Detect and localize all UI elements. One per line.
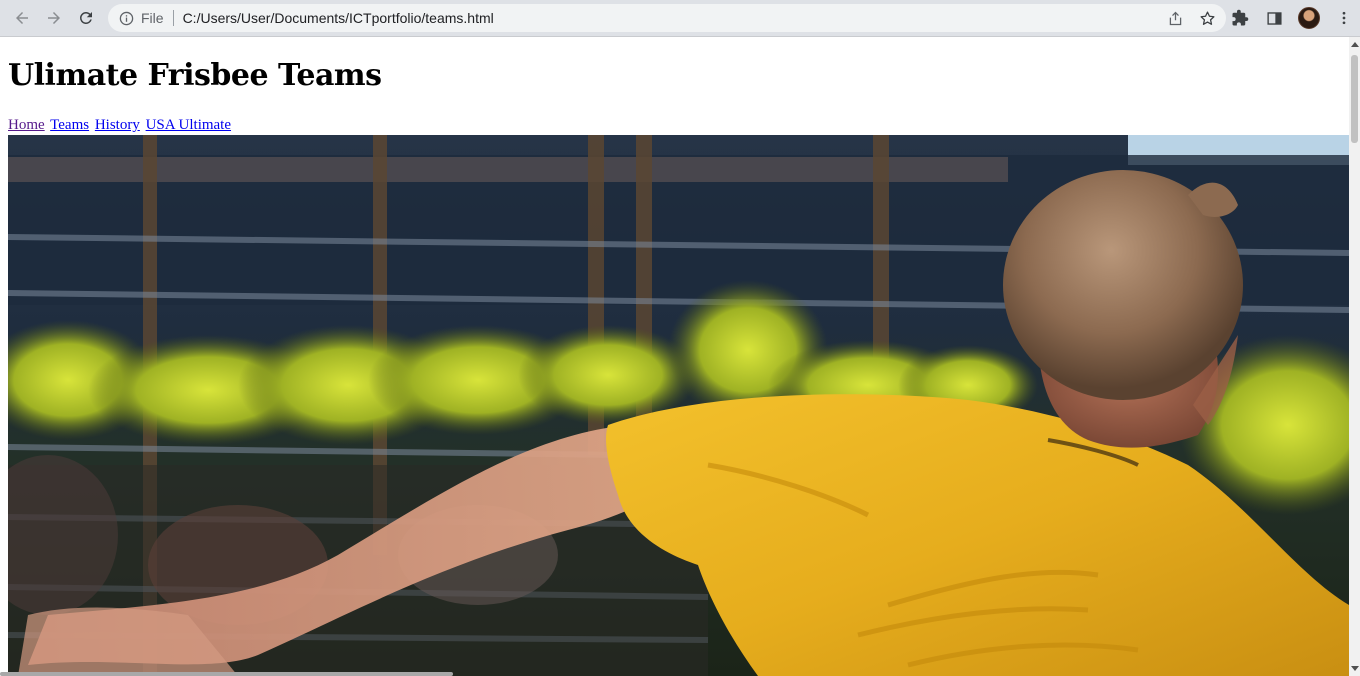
reload-button[interactable] [72,4,100,32]
browser-toolbar: File C:/Users/User/Documents/ICTportfoli… [0,0,1360,37]
side-panel-icon[interactable] [1264,8,1284,28]
avatar[interactable] [1298,7,1320,29]
scroll-up-arrow-icon[interactable] [1351,42,1359,47]
star-icon[interactable] [1198,9,1216,27]
site-nav: Home Teams History USA Ultimate [8,117,233,134]
hero-image [8,135,1349,676]
horizontal-scrollbar-thumb[interactable] [0,672,453,676]
arrow-left-icon [16,12,28,24]
reload-icon [79,11,92,24]
nav-link-history[interactable]: History [95,117,140,133]
forward-button[interactable] [40,4,68,32]
scrollbar-thumb[interactable] [1351,55,1358,143]
nav-link-usa-ultimate[interactable]: USA Ultimate [146,117,231,133]
omnibox-divider [172,10,174,26]
share-icon[interactable] [1166,9,1184,27]
nav-link-teams[interactable]: Teams [50,117,89,133]
arrow-right-icon [48,12,60,24]
scheme-label: File [141,10,164,26]
puzzle-icon[interactable] [1230,8,1250,28]
back-button[interactable] [8,4,36,32]
page-viewport: Ulimate Frisbee Teams Home Teams History… [0,37,1349,676]
vertical-scrollbar[interactable] [1349,37,1360,676]
url-text[interactable]: C:/Users/User/Documents/ICTportfolio/tea… [183,10,494,26]
page-title: Ulimate Frisbee Teams [8,58,382,93]
address-bar[interactable]: File C:/Users/User/Documents/ICTportfoli… [108,4,1226,32]
kebab-menu-icon[interactable] [1334,8,1354,28]
info-icon[interactable] [118,10,134,26]
scroll-down-arrow-icon[interactable] [1351,666,1359,671]
nav-link-home[interactable]: Home [8,117,45,133]
